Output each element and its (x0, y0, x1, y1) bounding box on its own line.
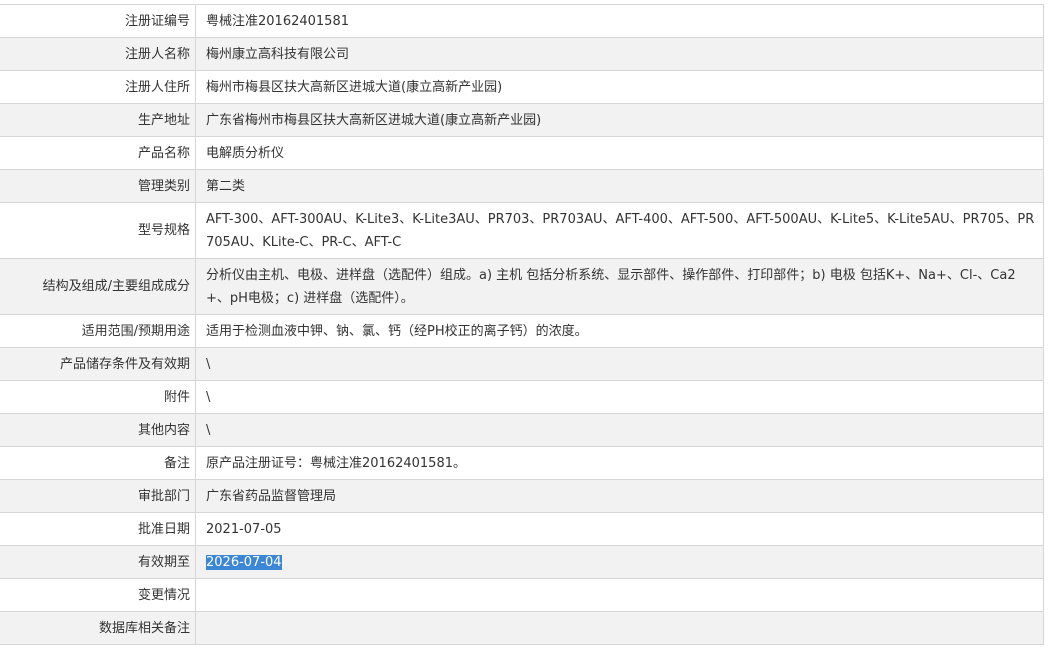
row-label: 有效期至 (0, 545, 196, 579)
row-value: 2021-07-05 (195, 512, 1044, 546)
row-value: \ (195, 413, 1044, 447)
table-row-registrant-address: 注册人住所 梅州市梅县区扶大高新区进城大道(康立高新产业园) (0, 70, 1044, 104)
row-value: AFT-300、AFT-300AU、K-Lite3、K-Lite3AU、PR70… (195, 202, 1044, 259)
row-value: 原产品注册证号：粤械注准20162401581。 (195, 446, 1044, 480)
row-label: 附件 (0, 380, 196, 414)
row-value: 第二类 (195, 169, 1044, 203)
row-label: 管理类别 (0, 169, 196, 203)
row-value: \ (195, 347, 1044, 381)
row-label: 审批部门 (0, 479, 196, 513)
row-value (195, 578, 1044, 612)
table-row-valid-until: 有效期至 2026-07-04 (0, 545, 1044, 579)
table-row-attachments: 附件 \ (0, 380, 1044, 414)
row-value: 广东省梅州市梅县区扶大高新区进城大道(康立高新产业园) (195, 103, 1044, 137)
row-label: 型号规格 (0, 202, 196, 259)
row-label: 其他内容 (0, 413, 196, 447)
row-value: 粤械注准20162401581 (195, 4, 1044, 38)
table-row-change-history: 变更情况 (0, 578, 1044, 612)
row-value: 适用于检测血液中钾、钠、氯、钙（经PH校正的离子钙）的浓度。 (195, 314, 1044, 348)
row-value: 梅州市梅县区扶大高新区进城大道(康立高新产业园) (195, 70, 1044, 104)
row-label: 生产地址 (0, 103, 196, 137)
row-value: \ (195, 380, 1044, 414)
table-row-approval-department: 审批部门 广东省药品监督管理局 (0, 479, 1044, 513)
row-label: 注册人名称 (0, 37, 196, 71)
table-row-intended-use: 适用范围/预期用途 适用于检测血液中钾、钠、氯、钙（经PH校正的离子钙）的浓度。 (0, 314, 1044, 348)
table-row-remarks: 备注 原产品注册证号：粤械注准20162401581。 (0, 446, 1044, 480)
table-row-product-name: 产品名称 电解质分析仪 (0, 136, 1044, 170)
selected-valid-until-text[interactable]: 2026-07-04 (206, 554, 282, 570)
row-label: 适用范围/预期用途 (0, 314, 196, 348)
row-label: 批准日期 (0, 512, 196, 546)
row-label: 产品储存条件及有效期 (0, 347, 196, 381)
table-row-model-spec: 型号规格 AFT-300、AFT-300AU、K-Lite3、K-Lite3AU… (0, 202, 1044, 259)
row-value: 分析仪由主机、电极、进样盘（选配件）组成。a) 主机 包括分析系统、显示部件、操… (195, 258, 1044, 315)
row-label: 数据库相关备注 (0, 611, 196, 645)
row-value: 梅州康立高科技有限公司 (195, 37, 1044, 71)
row-value: 广东省药品监督管理局 (195, 479, 1044, 513)
table-row-registration-number: 注册证编号 粤械注准20162401581 (0, 4, 1044, 38)
table-row-other-content: 其他内容 \ (0, 413, 1044, 447)
row-label: 产品名称 (0, 136, 196, 170)
table-row-database-notes: 数据库相关备注 (0, 611, 1044, 645)
row-value: 电解质分析仪 (195, 136, 1044, 170)
row-label: 注册证编号 (0, 4, 196, 38)
table-row-approval-date: 批准日期 2021-07-05 (0, 512, 1044, 546)
row-label: 注册人住所 (0, 70, 196, 104)
table-row-registrant-name: 注册人名称 梅州康立高科技有限公司 (0, 37, 1044, 71)
registration-record-table: 注册证编号 粤械注准20162401581 注册人名称 梅州康立高科技有限公司 … (0, 4, 1044, 645)
table-row-structure-composition: 结构及组成/主要组成成分 分析仪由主机、电极、进样盘（选配件）组成。a) 主机 … (0, 258, 1044, 315)
table-row-management-class: 管理类别 第二类 (0, 169, 1044, 203)
row-value (195, 611, 1044, 645)
row-value-cell: 2026-07-04 (195, 545, 1044, 579)
table-row-production-address: 生产地址 广东省梅州市梅县区扶大高新区进城大道(康立高新产业园) (0, 103, 1044, 137)
table-row-storage-validity: 产品储存条件及有效期 \ (0, 347, 1044, 381)
row-label: 备注 (0, 446, 196, 480)
row-label: 结构及组成/主要组成成分 (0, 258, 196, 315)
row-label: 变更情况 (0, 578, 196, 612)
